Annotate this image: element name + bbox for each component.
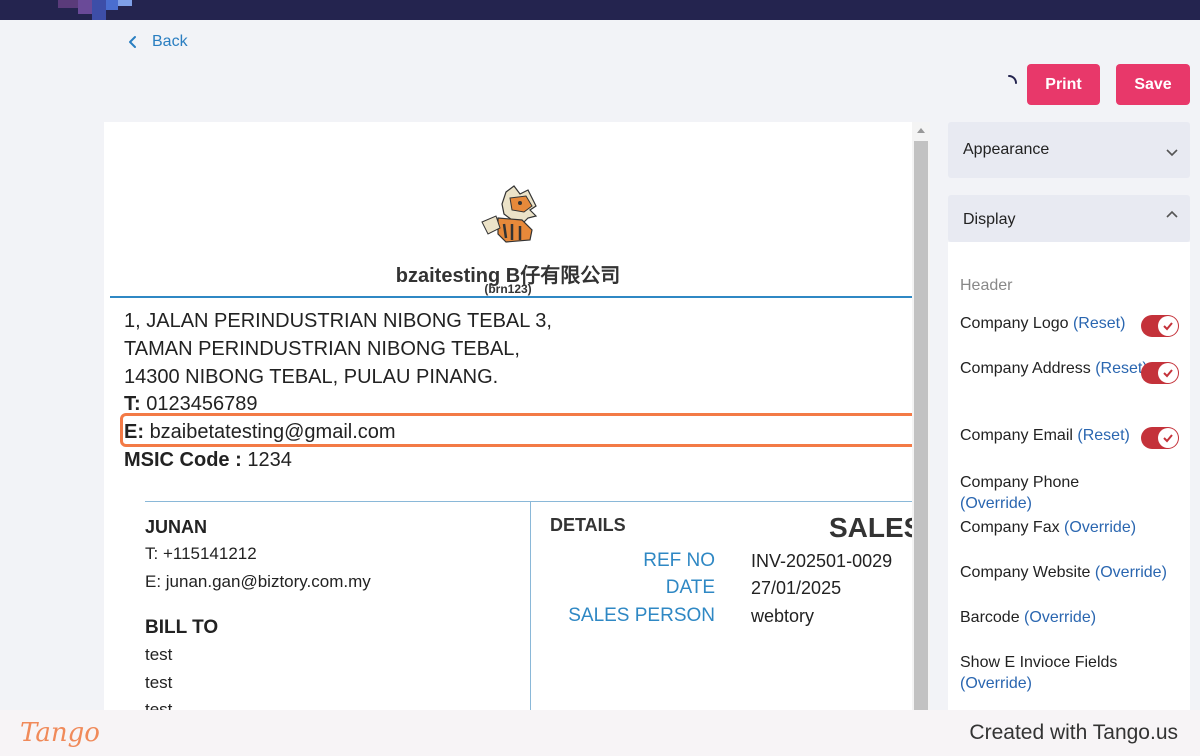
- address-line-2: TAMAN PERINDUSTRIAN NIBONG TEBAL,: [124, 338, 520, 360]
- customer-name: JUNAN: [145, 517, 208, 537]
- header-divider: [110, 296, 912, 298]
- tango-logo: Tango: [20, 718, 100, 748]
- bill-to-line-2: test: [145, 673, 173, 692]
- company-logo: [481, 185, 538, 243]
- ref-no-value: INV-202501-0029: [751, 551, 893, 571]
- loading-spinner-icon: [1008, 75, 1017, 84]
- customer-email: E: junan.gan@biztory.com.my: [145, 572, 371, 591]
- option-company-logo: Company Logo (Reset): [960, 315, 1126, 332]
- print-button[interactable]: Print: [1027, 64, 1100, 105]
- appearance-title: Appearance: [963, 141, 1050, 158]
- address-line-3: 14300 NIBONG TEBAL, PULAU PINANG.: [124, 366, 499, 388]
- company-logo-toggle[interactable]: [1141, 315, 1179, 337]
- bill-to-heading: BILL TO: [145, 617, 219, 638]
- top-bar: [0, 0, 1200, 20]
- created-with-text: Created with Tango.us: [969, 721, 1178, 744]
- details-heading: DETAILS: [550, 515, 626, 535]
- override-link[interactable]: (Override): [1095, 564, 1167, 581]
- back-link[interactable]: Back: [126, 33, 188, 51]
- override-link[interactable]: (Override): [960, 675, 1032, 692]
- ref-no-label: REF NO: [643, 550, 715, 571]
- company-email-toggle[interactable]: [1141, 427, 1179, 449]
- option-company-fax: Company Fax (Override): [960, 519, 1137, 536]
- table-top-border: [145, 501, 912, 502]
- option-company-address: Company Address (Reset): [960, 360, 1148, 377]
- highlight-box: [120, 413, 918, 447]
- sales-person-label: SALES PERSON: [568, 605, 715, 626]
- date-value: 27/01/2025: [751, 578, 842, 598]
- chevron-down-icon: [1166, 149, 1178, 157]
- address-line-1: 1, JALAN PERINDUSTRIAN NIBONG TEBAL 3,: [124, 310, 552, 332]
- option-show-e-invoice: Show E Invioce Fields (Override): [960, 654, 1118, 692]
- display-panel-body: Header Company Logo (Reset) Company Addr…: [948, 242, 1190, 710]
- customer-phone: T: +115141212: [145, 544, 257, 563]
- save-button[interactable]: Save: [1116, 64, 1190, 105]
- scroll-up-icon[interactable]: [917, 128, 925, 133]
- reset-link[interactable]: (Reset): [1095, 360, 1147, 377]
- date-label: DATE: [665, 577, 715, 598]
- bill-to-line-3: test: [145, 700, 173, 710]
- option-barcode: Barcode (Override): [960, 609, 1097, 626]
- check-icon: [1163, 434, 1173, 443]
- preview-scrollbar[interactable]: [912, 122, 930, 710]
- sales-person-value: webtory: [751, 606, 815, 626]
- reset-link[interactable]: (Reset): [1077, 427, 1129, 444]
- header-section-label: Header: [960, 277, 1013, 294]
- brand-pixels: [58, 0, 78, 8]
- back-label: Back: [152, 33, 188, 50]
- chevron-up-icon: [1166, 210, 1178, 218]
- check-icon: [1163, 322, 1173, 331]
- check-icon: [1163, 369, 1173, 378]
- display-panel-header[interactable]: Display: [948, 195, 1190, 242]
- table-column-divider: [530, 502, 531, 710]
- override-link[interactable]: (Override): [1064, 519, 1136, 536]
- option-company-website: Company Website (Override): [960, 564, 1167, 581]
- company-address-toggle[interactable]: [1141, 362, 1179, 384]
- document-title: SALES: [829, 512, 912, 543]
- override-link[interactable]: (Override): [960, 495, 1032, 512]
- reset-link[interactable]: (Reset): [1073, 315, 1125, 332]
- option-company-email: Company Email (Reset): [960, 427, 1130, 444]
- override-link[interactable]: (Override): [1024, 609, 1096, 626]
- bill-to-line-1: test: [145, 645, 173, 664]
- option-company-phone: Company Phone (Override): [960, 474, 1080, 512]
- company-brn: (brn123): [484, 282, 532, 296]
- footer: Tango Created with Tango.us: [0, 710, 1200, 756]
- company-msic: MSIC Code : 1234: [124, 449, 292, 471]
- appearance-panel-header[interactable]: Appearance: [948, 122, 1190, 178]
- display-title: Display: [963, 211, 1016, 228]
- scroll-thumb[interactable]: [914, 141, 928, 710]
- chevron-left-icon: [129, 36, 136, 48]
